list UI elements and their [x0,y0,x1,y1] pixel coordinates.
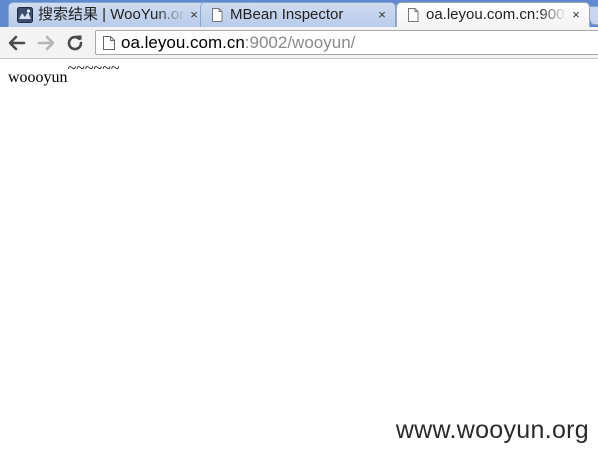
page-text-main: woooyun [8,69,68,86]
close-icon[interactable]: × [570,3,582,27]
address-bar[interactable]: oa.leyou.com.cn:9002/wooyun/ [95,30,598,55]
close-icon[interactable]: × [376,3,388,27]
tab-mbean-inspector[interactable]: MBean Inspector × [200,2,396,27]
url-host: oa.leyou.com.cn [121,33,245,52]
url-text: oa.leyou.com.cn:9002/wooyun/ [121,32,355,53]
page-content: woooyun~~~~~~ www.wooyun.org [0,59,598,458]
tab-oa-leyou[interactable]: oa.leyou.com.cn:9002/wooyun/ × [396,2,590,27]
back-arrow-icon[interactable] [6,32,28,54]
page-icon [212,8,223,22]
url-path: :9002/wooyun/ [244,33,356,52]
page-icon [408,8,419,22]
tab-title: oa.leyou.com.cn:9002/wooyun/ [426,6,567,23]
tab-title: MBean Inspector [230,6,344,23]
wooyun-favicon-icon [17,7,33,23]
forward-arrow-icon[interactable] [35,32,57,54]
page-text-tildes: ~~~~~~ [67,60,120,77]
page-icon [103,36,115,50]
page-body-text: woooyun~~~~~~ [8,60,120,87]
toolbar: oa.leyou.com.cn:9002/wooyun/ [0,27,598,59]
reload-icon[interactable] [64,32,86,54]
watermark: www.wooyun.org [395,416,589,444]
tab-title: 搜索结果 | WooYun.org [38,6,185,23]
close-icon[interactable]: × [188,3,200,27]
tab-wooyun-search[interactable]: 搜索结果 | WooYun.org × [8,2,208,27]
tab-strip: 搜索结果 | WooYun.org × MBean Inspector × oa… [0,0,598,27]
browser-window: 搜索结果 | WooYun.org × MBean Inspector × oa… [0,0,598,458]
